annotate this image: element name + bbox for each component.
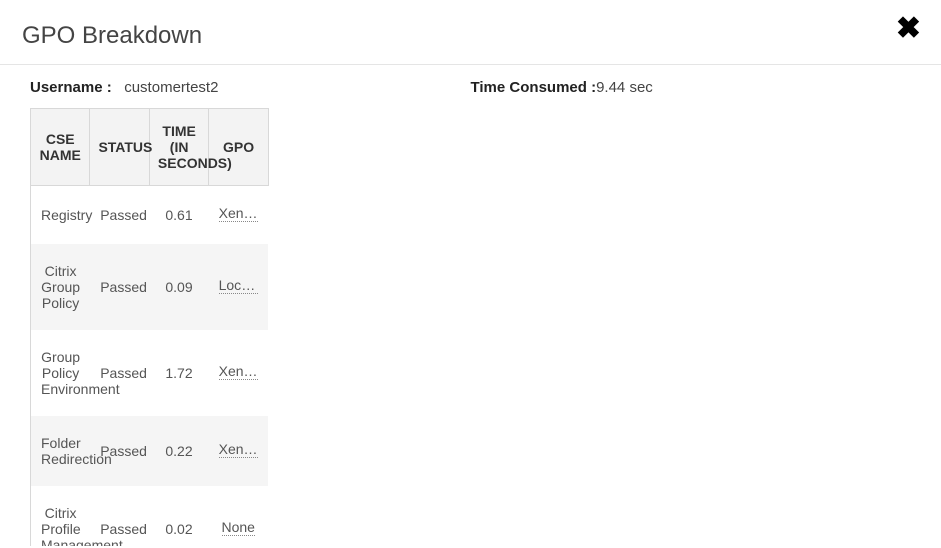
col-header-time[interactable]: TIME (IN SECONDS) [149,109,208,186]
cell-cse-name: Citrix Group Policy [31,244,90,330]
modal-title: GPO Breakdown [22,22,202,50]
col-header-gpo[interactable]: GPO [209,109,269,186]
gpo-link[interactable]: XenApp 7 App User Policy v2 [219,363,258,380]
table-container: CSE NAME STATUS TIME (IN SECONDS) GPO Re… [30,108,911,546]
cell-gpo: Local Group Policy Local Gro... [209,244,268,330]
table-row: Citrix Group PolicyPassed0.09 Local Group… [31,244,268,330]
close-icon[interactable]: ✖ [896,14,921,44]
username-value [116,79,124,96]
cell-cse-name: Group Policy Environment [31,330,90,416]
cell-time: 0.09 [149,244,208,330]
cell-cse-name: Citrix Profile Management [31,486,90,546]
username-label: Username : [30,79,112,96]
cell-gpo: None [209,486,268,546]
cell-cse-name: Folder Redirection [31,416,90,486]
cell-time: 0.02 [149,486,208,546]
col-header-status[interactable]: STATUS [90,109,149,186]
gpo-breakdown-modal: GPO Breakdown ✖ Username : customertest2… [0,0,941,548]
username-block: Username : customertest2 [30,79,471,96]
modal-header: GPO Breakdown ✖ [22,16,919,64]
table-row: Citrix Profile ManagementPassed0.02None [31,486,268,546]
gpo-link[interactable]: XenApp 7 App User Policy v2 [219,205,258,222]
table-row: Group Policy EnvironmentPassed1.72 XenApp… [31,330,268,416]
time-consumed-value: 9.44 sec [596,79,653,96]
cell-gpo: XenApp 7 App User Policy v2 [209,330,268,416]
cell-status: Passed [90,244,149,330]
time-consumed-block: Time Consumed :9.44 sec [471,79,912,96]
cell-time: 0.61 [149,186,208,244]
time-consumed-label: Time Consumed : [471,79,597,96]
cell-status: Passed [90,186,149,244]
header-divider [0,64,941,65]
gpo-table: CSE NAME STATUS TIME (IN SECONDS) GPO Re… [30,108,911,546]
table-row: Folder RedirectionPassed0.22XenApp 7 App… [31,416,268,486]
meta-row: Username : customertest2 Time Consumed :… [30,79,911,96]
table-body[interactable]: RegistryPassed0.61XenApp 7 App User Poli… [30,186,268,546]
gpo-link[interactable]: XenApp 7 App User Policy v2 [219,441,258,458]
cell-cse-name: Registry [31,186,90,244]
gpo-link[interactable]: None [222,519,255,536]
username-value-text: customertest2 [124,79,218,96]
cell-status: Passed [90,330,149,416]
cell-gpo: XenApp 7 App User Policy v2 [209,186,268,244]
col-header-cse[interactable]: CSE NAME [31,109,90,186]
cell-gpo: XenApp 7 App User Policy v2 [209,416,268,486]
cell-time: 1.72 [149,330,208,416]
gpo-link[interactable]: Local Group Policy Local Gro... [219,277,258,294]
table-header: CSE NAME STATUS TIME (IN SECONDS) GPO [30,108,269,186]
cell-time: 0.22 [149,416,208,486]
table-row: RegistryPassed0.61 XenApp 7 App User Poli… [31,186,268,244]
